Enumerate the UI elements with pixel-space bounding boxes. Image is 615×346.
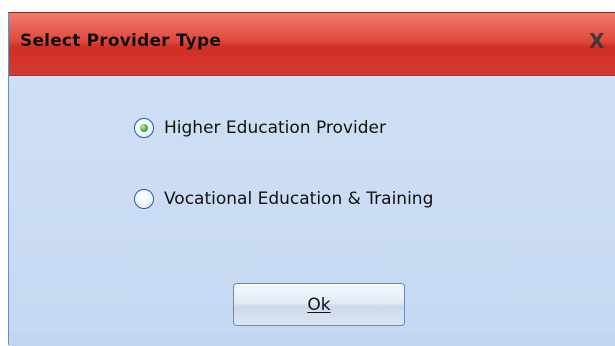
bottom-strip: [9, 333, 615, 346]
title-bar[interactable]: Select Provider Type X: [9, 13, 615, 76]
dialog-body: Higher Education Provider Vocational Edu…: [9, 76, 615, 346]
option-label: Vocational Education & Training: [164, 189, 434, 209]
radio-selected-icon[interactable]: [134, 118, 154, 138]
close-icon[interactable]: X: [589, 29, 604, 53]
radio-unselected-icon[interactable]: [134, 189, 154, 209]
ok-button[interactable]: Ok: [233, 283, 405, 326]
option-vocational-education[interactable]: Vocational Education & Training: [134, 189, 433, 209]
radio-dot-icon: [140, 124, 148, 132]
select-provider-dialog: Select Provider Type X Higher Education …: [8, 12, 615, 346]
option-higher-education[interactable]: Higher Education Provider: [134, 118, 386, 138]
dialog-title: Select Provider Type: [20, 31, 222, 51]
option-label: Higher Education Provider: [164, 118, 386, 138]
